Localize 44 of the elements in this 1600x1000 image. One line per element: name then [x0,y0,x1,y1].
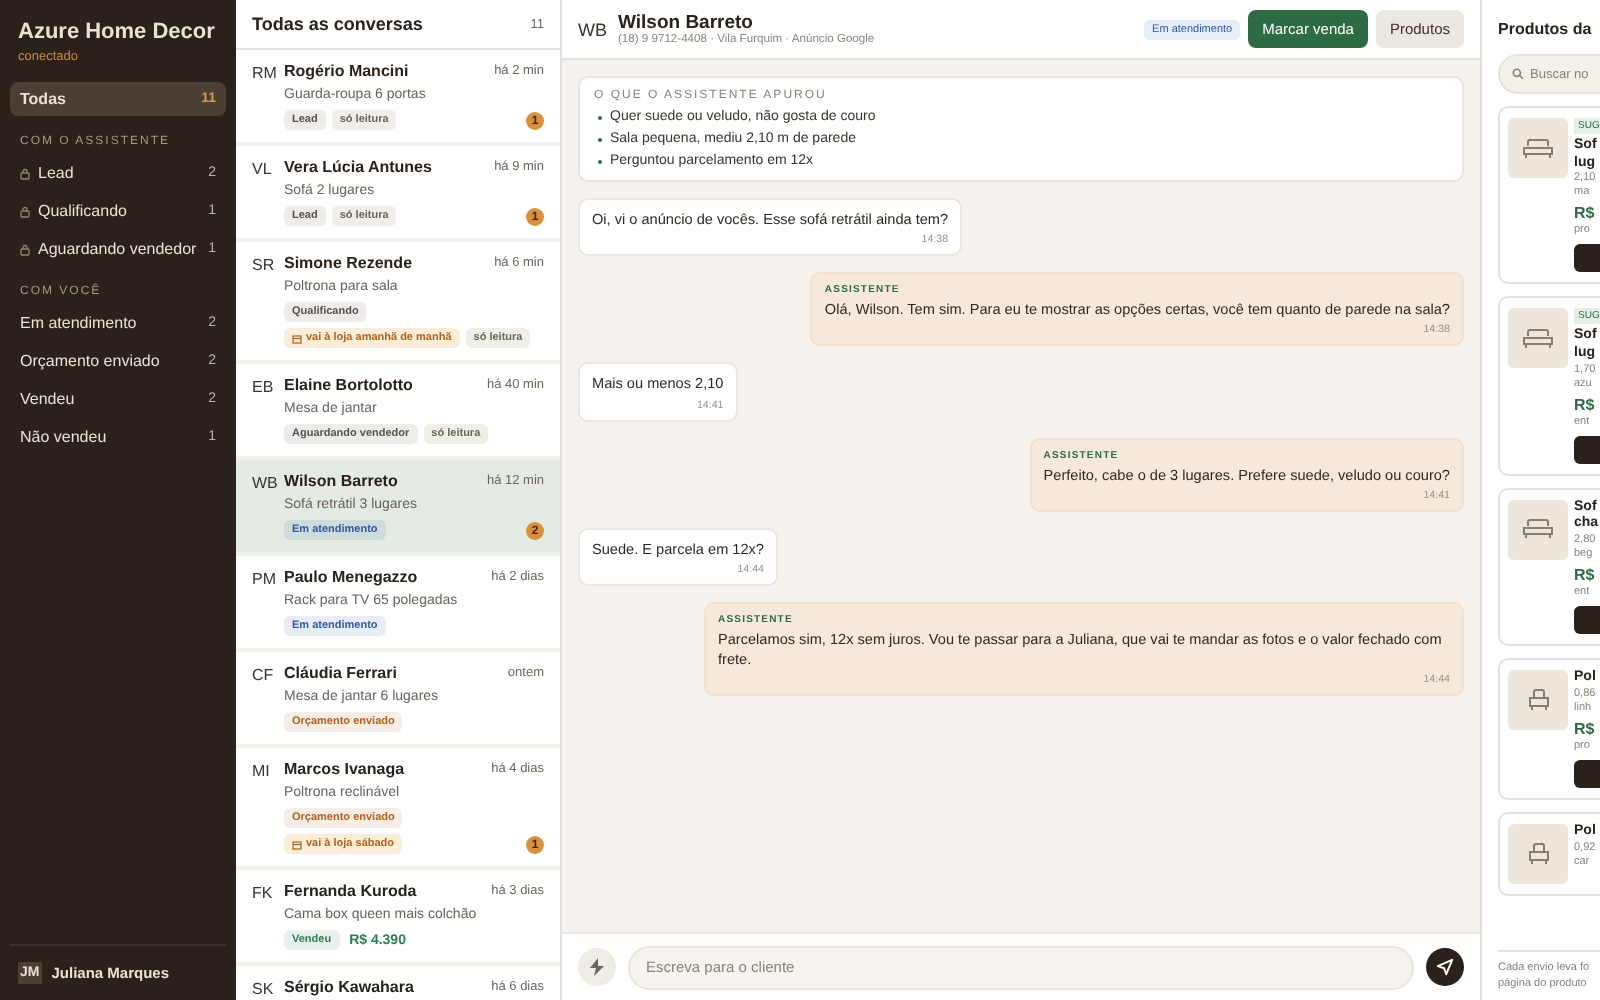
contact-initials: VL [252,158,274,182]
contact-name: Rogério Mancini [284,62,409,80]
contact-initials: FK [252,882,275,906]
lock-icon [20,243,30,255]
list-title: Todas as conversas [252,14,423,34]
contact-name: Cláudia Ferrari [284,664,397,682]
brand-name: Azure Home Decor [16,20,217,44]
contact-initials: RM [252,62,278,86]
contact-initials: SR [252,254,277,278]
contact-name: Fernanda Kuroda [284,882,417,900]
lock-icon [20,205,30,217]
contact-name: Marcos Ivanaga [284,760,405,778]
contact-initials: MI [252,760,272,784]
search-icon [1512,68,1524,80]
panel-title: Produtos da [1498,20,1594,38]
product-price: R$ [1574,719,1597,738]
sofa-icon [1522,137,1554,159]
contact-initials: CF [252,664,276,688]
armchair-icon [1527,688,1549,713]
product-price: R$ [1574,395,1597,414]
contact-name: Wilson Barreto [618,12,753,34]
calendar-icon [292,839,302,849]
contact-name: Paulo Menegazzo [284,568,418,586]
sofa-icon [1522,518,1554,541]
armchair-icon [1527,841,1549,866]
contact-initials: WB [578,18,609,40]
contact-initials: SK [252,978,276,998]
contact-initials: EB [252,376,276,400]
product-price: R$ [1574,566,1597,585]
contact-initials: WB [252,472,278,496]
contact-name: Wilson Barreto [284,472,398,490]
contact-name: Simone Rezende [284,254,413,272]
product-price: R$ [1574,204,1597,223]
send-button[interactable] [1426,948,1464,986]
send-icon [1436,958,1454,976]
contact-name: Elaine Bortolotto [284,376,413,394]
sofa-icon [1522,327,1554,350]
contact-name: Sérgio Kawahara [284,978,414,996]
contact-initials: PM [252,568,278,592]
contact-name: Vera Lúcia Antunes [284,158,432,176]
bolt-icon [590,958,604,976]
lock-icon [20,167,30,179]
calendar-icon [292,333,302,343]
quick-reply-button[interactable] [578,948,616,986]
